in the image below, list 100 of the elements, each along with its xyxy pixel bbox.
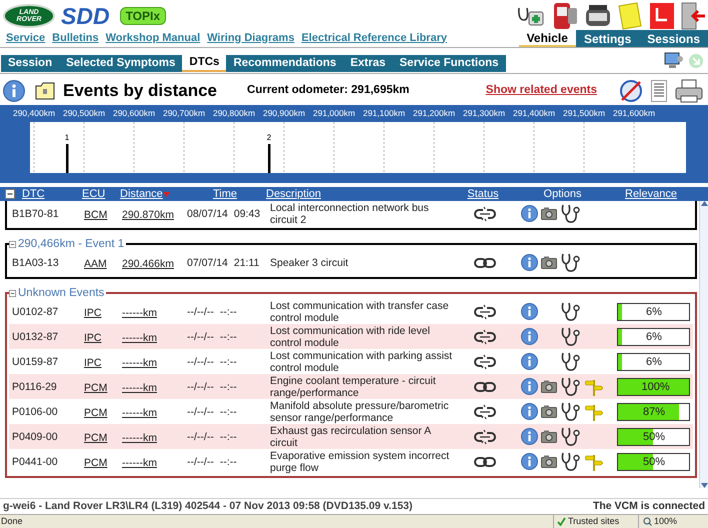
stethoscope-icon[interactable] [560, 326, 582, 346]
nav-tab[interactable]: Service Functions [392, 55, 506, 72]
ecu-link[interactable]: IPC [84, 356, 102, 368]
event-date: 07/07/14 [187, 256, 228, 268]
stethoscope-icon[interactable] [560, 426, 582, 446]
ecu-link[interactable]: PCM [84, 456, 108, 468]
ecu-link[interactable]: AAM [84, 258, 107, 270]
ecu-link[interactable]: PCM [84, 382, 108, 394]
info-icon[interactable] [521, 428, 538, 445]
event-time: --:-- [220, 330, 237, 342]
event-date: --/--/-- [187, 456, 214, 468]
top-tab[interactable]: Sessions [639, 30, 708, 47]
topix-badge[interactable]: TOPIx [120, 6, 166, 24]
event-date: --/--/-- [187, 430, 214, 442]
exit-icon[interactable] [681, 2, 705, 30]
dtc-description: Lost communication with parking assist control module [269, 350, 454, 374]
camera-icon[interactable] [541, 256, 557, 269]
tick-label: 290,500km [62, 108, 106, 118]
camera-icon[interactable] [541, 405, 557, 418]
nav-tab[interactable]: Extras [343, 55, 392, 72]
distance-link[interactable]: ------km [122, 432, 157, 444]
info-icon[interactable] [521, 378, 538, 395]
signpost-icon[interactable] [585, 402, 603, 420]
distance-link[interactable]: ------km [122, 306, 157, 318]
distance-link[interactable]: 290.870km [122, 208, 174, 220]
stethoscope-icon[interactable] [560, 252, 582, 272]
zoom-level[interactable]: 100% [654, 514, 678, 528]
column-header[interactable]: ECU [82, 186, 106, 202]
distance-link[interactable]: ------km [122, 456, 157, 468]
stethoscope-icon[interactable] [560, 402, 582, 422]
scrollbar[interactable] [699, 201, 708, 488]
camera-icon[interactable] [541, 380, 557, 393]
tick-label: 291,200km [412, 108, 456, 118]
stethoscope-icon[interactable] [560, 302, 582, 322]
tick-label: 291,500km [562, 108, 606, 118]
distance-link[interactable]: ------km [122, 382, 157, 394]
top-tab[interactable]: Settings [576, 30, 640, 47]
column-header: Options [544, 186, 582, 202]
tick-label: 290,800km [212, 108, 256, 118]
column-header[interactable]: Relevance [625, 186, 677, 202]
camera-icon[interactable] [541, 455, 557, 468]
list-icon[interactable] [651, 80, 667, 102]
relevance-percent: 6% [645, 356, 663, 368]
column-header[interactable]: Status [467, 186, 499, 202]
top-tab[interactable]: Vehicle [518, 30, 576, 47]
info-icon[interactable] [521, 205, 538, 222]
signpost-icon[interactable] [585, 452, 603, 470]
distance-link[interactable]: ------km [122, 356, 157, 368]
stethoscope-icon[interactable] [560, 352, 582, 372]
ecu-link[interactable]: IPC [84, 306, 102, 318]
camera-icon[interactable] [541, 430, 557, 443]
info-icon[interactable] [521, 254, 538, 271]
info-icon[interactable] [521, 328, 538, 345]
magnifier-icon[interactable] [643, 517, 652, 526]
dtc-code: B1A03-13 [11, 256, 60, 268]
stethoscope-icon[interactable] [560, 204, 582, 224]
distance-link[interactable]: ------km [122, 332, 157, 344]
nav-link[interactable]: Bulletins [52, 30, 99, 46]
tick-label: 291,600km [612, 108, 656, 118]
nav-tab[interactable]: Session [1, 55, 60, 72]
info-icon[interactable] [521, 353, 538, 370]
info-icon[interactable] [521, 453, 538, 470]
distance-link[interactable]: ------km [122, 406, 157, 418]
event-date: --/--/-- [187, 306, 214, 318]
nav-link[interactable]: Wiring Diagrams [207, 30, 294, 46]
computer-icon[interactable] [664, 50, 684, 70]
event-marker [66, 144, 68, 173]
ecu-link[interactable]: PCM [84, 432, 108, 444]
ecu-link[interactable]: PCM [84, 406, 108, 418]
column-header[interactable]: Time [212, 186, 238, 202]
nav-tab[interactable]: Selected Symptoms [59, 55, 182, 72]
nav-link[interactable]: Service [6, 30, 46, 46]
tick-label: 291,000km [312, 108, 356, 118]
diagnostic-device-icon[interactable] [551, 2, 579, 30]
stethoscope-icon[interactable] [560, 376, 582, 396]
info-icon[interactable] [521, 303, 538, 320]
nav-tab[interactable]: DTCs [182, 55, 226, 72]
info-icon[interactable] [3, 80, 25, 102]
ecu-link[interactable]: IPC [84, 332, 102, 344]
column-header[interactable]: DTC [22, 186, 45, 202]
scroll-down-icon[interactable] [700, 483, 708, 488]
printer-icon[interactable] [675, 79, 703, 103]
column-header[interactable]: Description [266, 186, 322, 202]
nav-tab[interactable]: Recommendations [226, 55, 344, 72]
dtc-description: Engine coolant temperature - circuit range/performance [269, 374, 437, 398]
collapse-icon[interactable] [5, 189, 15, 199]
info-icon[interactable] [521, 403, 538, 420]
page-title: Events by distance [63, 80, 218, 102]
event-date: 08/07/14 [187, 208, 228, 220]
dtc-description: Manifold absolute pressure/barometric sensor range/performance [269, 400, 450, 424]
distance-link[interactable]: 290.466km [122, 258, 174, 270]
dtc-code: P0441-00 [11, 456, 59, 468]
related-events-link[interactable]: Show related events [486, 82, 597, 100]
ecu-link[interactable]: BCM [84, 208, 108, 220]
column-header[interactable]: Distance [120, 186, 170, 202]
nav-link[interactable]: Electrical Reference Library [301, 30, 447, 46]
stethoscope-icon[interactable] [560, 452, 582, 472]
nav-link[interactable]: Workshop Manual [106, 30, 200, 46]
camera-icon[interactable] [541, 207, 557, 220]
help-note-icon[interactable] [35, 82, 55, 100]
